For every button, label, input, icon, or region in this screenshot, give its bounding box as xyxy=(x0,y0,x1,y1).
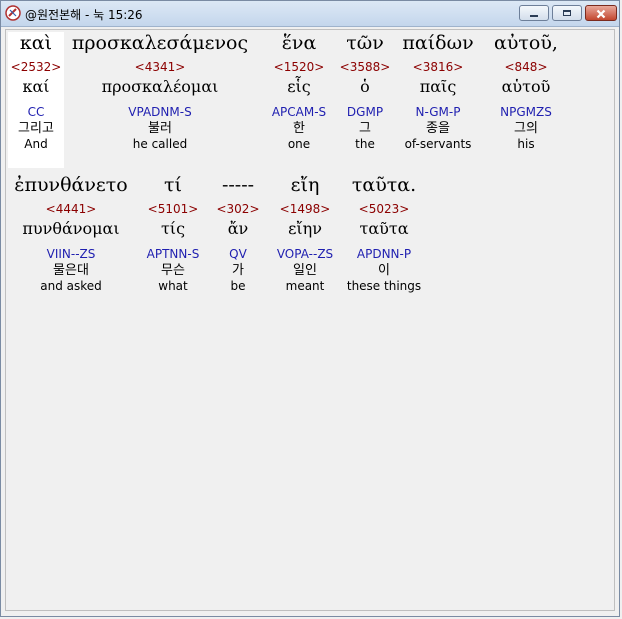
greek-word: ἕνα xyxy=(281,32,317,54)
korean-gloss: 그 xyxy=(359,121,371,136)
word-token[interactable]: ἐπυνθάνετο <4441> πυνθάνομαι VIIN--ZS 물은… xyxy=(8,174,134,294)
korean-gloss: 그의 xyxy=(514,121,538,136)
lemma-word: εἷς xyxy=(287,77,311,96)
korean-gloss: 가 xyxy=(232,263,244,278)
window-title: @원전본해 - 눅 15:26 xyxy=(25,8,143,22)
korean-gloss: 종을 xyxy=(426,121,450,136)
lemma-word: ταῦτα xyxy=(359,219,409,238)
parse-code: NPGMZS xyxy=(500,105,552,119)
minimize-icon xyxy=(530,14,538,17)
close-icon xyxy=(596,4,606,23)
english-gloss: his xyxy=(517,137,535,151)
word-token[interactable]: τῶν <3588> ὁ DGMP 그 the xyxy=(336,32,394,152)
lemma-word: παῖς xyxy=(419,77,457,96)
greek-word: αὐτοῦ, xyxy=(494,32,558,54)
greek-word: τί xyxy=(164,174,182,196)
word-token[interactable]: αὐτοῦ, <848> αὑτοῦ NPGMZS 그의 his xyxy=(484,32,568,152)
korean-gloss: 물은대 xyxy=(53,263,89,278)
strong-number[interactable]: <2532> xyxy=(11,60,62,75)
parse-code: CC xyxy=(27,105,45,119)
word-token[interactable]: ταῦτα. <5023> ταῦτα APDNN-P 이 these thin… xyxy=(344,174,424,294)
parse-code: VOPA--ZS xyxy=(276,247,334,261)
korean-gloss: 불러 xyxy=(148,121,172,136)
lemma-word: καί xyxy=(22,77,50,96)
word-token[interactable]: προσκαλεσάμενος <4341> προσκαλέομαι VPAD… xyxy=(68,32,252,152)
maximize-icon xyxy=(563,10,571,16)
english-gloss: these things xyxy=(346,279,422,293)
strong-number[interactable]: <1498> xyxy=(280,202,331,217)
parse-code: VPADNM-S xyxy=(128,105,192,119)
strong-number[interactable]: <302> xyxy=(216,202,259,217)
title-bar[interactable]: @원전본해 - 눅 15:26 xyxy=(1,1,619,27)
english-gloss: of-servants xyxy=(404,137,472,151)
app-window: @원전본해 - 눅 15:26 καὶ <2532> καί CC 그리고 An… xyxy=(0,0,620,617)
korean-gloss: 그리고 xyxy=(18,121,54,136)
maximize-button[interactable] xyxy=(552,5,582,21)
parse-code: APDNN-P xyxy=(356,247,412,261)
parse-code: N-GM-P xyxy=(415,105,461,119)
interlinear-panel: καὶ <2532> καί CC 그리고 And προσκαλεσάμενο… xyxy=(5,29,615,611)
parse-code: QV xyxy=(229,247,247,261)
strong-number[interactable]: <3816> xyxy=(413,60,464,75)
minimize-button[interactable] xyxy=(519,5,549,21)
lemma-word: προσκαλέομαι xyxy=(101,77,219,96)
word-token[interactable]: παίδων <3816> παῖς N-GM-P 종을 of-servants xyxy=(398,32,478,152)
parse-code: DGMP xyxy=(346,105,384,119)
strong-number[interactable]: <5023> xyxy=(359,202,410,217)
lemma-word: ὁ xyxy=(360,77,370,96)
greek-word: ταῦτα. xyxy=(351,174,417,196)
greek-word: καὶ xyxy=(19,32,53,54)
lemma-word: εἴην xyxy=(288,219,322,238)
strong-number[interactable]: <848> xyxy=(504,60,547,75)
parse-code: VIIN--ZS xyxy=(46,247,96,261)
english-gloss: one xyxy=(287,137,311,151)
bible-app-icon xyxy=(5,5,21,21)
english-gloss: the xyxy=(355,137,375,151)
greek-word: ἐπυνθάνετο xyxy=(14,174,128,196)
english-gloss: be xyxy=(230,279,246,293)
parse-code: APTNN-S xyxy=(146,247,200,261)
parse-code: APCAM-S xyxy=(271,105,327,119)
english-gloss: what xyxy=(158,279,188,293)
word-token[interactable]: τί <5101> τίς APTNN-S 무슨 what xyxy=(142,174,204,294)
strong-number[interactable]: <4441> xyxy=(46,202,97,217)
english-gloss: And xyxy=(24,137,48,151)
english-gloss: meant xyxy=(285,279,325,293)
korean-gloss: 무슨 xyxy=(161,263,185,278)
korean-gloss: 일인 xyxy=(293,263,317,278)
word-token[interactable]: καὶ <2532> καί CC 그리고 And xyxy=(8,32,64,168)
strong-number[interactable]: <1520> xyxy=(274,60,325,75)
greek-word: προσκαλεσάμενος xyxy=(71,32,249,54)
greek-word: παίδων xyxy=(402,32,474,54)
strong-number[interactable]: <3588> xyxy=(340,60,391,75)
lemma-word: πυνθάνομαι xyxy=(22,219,120,238)
lemma-word: ἄν xyxy=(227,219,249,238)
word-token[interactable]: ----- <302> ἄν QV 가 be xyxy=(210,174,266,294)
greek-word: ----- xyxy=(221,174,255,196)
greek-word: εἴη xyxy=(290,174,320,196)
korean-gloss: 한 xyxy=(293,121,305,136)
greek-word: τῶν xyxy=(346,32,384,54)
strong-number[interactable]: <4341> xyxy=(135,60,186,75)
close-button[interactable] xyxy=(585,5,617,21)
word-token[interactable]: ἕνα <1520> εἷς APCAM-S 한 one xyxy=(266,32,332,152)
lemma-word: τίς xyxy=(160,219,186,238)
strong-number[interactable]: <5101> xyxy=(148,202,199,217)
korean-gloss: 이 xyxy=(378,263,390,278)
word-token[interactable]: εἴη <1498> εἴην VOPA--ZS 일인 meant xyxy=(270,174,340,294)
english-gloss: he called xyxy=(132,137,188,151)
english-gloss: and asked xyxy=(40,279,102,293)
lemma-word: αὑτοῦ xyxy=(501,77,551,96)
